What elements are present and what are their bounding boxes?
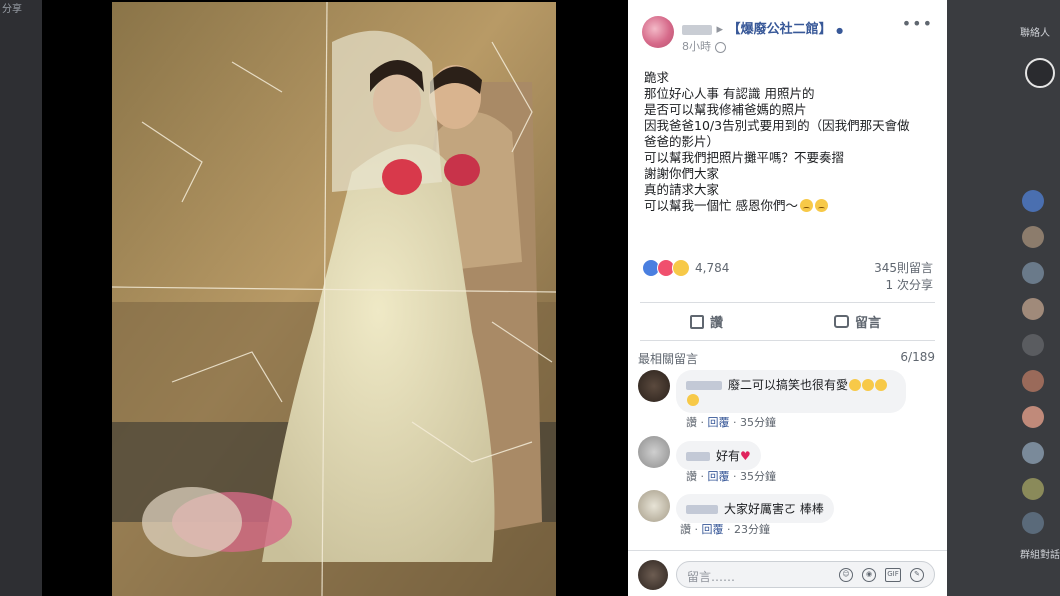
camera-icon[interactable]: ◉ xyxy=(862,568,876,582)
post-header: ▸ 【爆廢公社二館】 ● xyxy=(682,18,843,37)
avatar[interactable] xyxy=(1022,370,1044,392)
post-line-text: 可以幫我一個忙 感恩你們～ xyxy=(644,198,798,213)
avatar[interactable] xyxy=(1022,298,1044,320)
composer-tools: ☺ ◉ GIF ✎ xyxy=(839,568,924,582)
divider xyxy=(640,302,935,303)
arrow-icon: ▸ xyxy=(716,22,724,37)
post-line: 跪求 xyxy=(644,70,670,85)
post-stats: 345則留言 1 次分享 xyxy=(874,260,933,294)
avatar[interactable] xyxy=(1022,512,1044,534)
sad-emoji-icon xyxy=(799,199,813,212)
comment-like-link[interactable]: 讚 · xyxy=(680,523,698,536)
sticker-icon[interactable]: ✎ xyxy=(910,568,924,582)
comment-text: 好有 xyxy=(716,449,741,463)
avatar[interactable] xyxy=(1022,406,1044,428)
avatar xyxy=(638,560,668,590)
avatar[interactable] xyxy=(638,370,670,402)
comment-composer: 留言…… ☺ ◉ GIF ✎ xyxy=(638,560,937,590)
group-name[interactable]: 【爆廢公社二館】 xyxy=(728,22,832,37)
comment-time[interactable]: 35分鐘 xyxy=(740,470,776,483)
avatar[interactable] xyxy=(1022,262,1044,284)
comment-button[interactable]: 留言 xyxy=(834,312,881,331)
avatar[interactable] xyxy=(1022,190,1044,212)
reaction-count: 4,784 xyxy=(695,261,730,275)
timestamp-text: 8小時 xyxy=(682,40,711,53)
comment-text: 廢二可以搞笑也很有愛 xyxy=(728,378,849,392)
avatar[interactable] xyxy=(1022,334,1044,356)
comment-meta: 讚 · 回覆 · 23分鐘 xyxy=(680,523,770,536)
post-line: 謝謝你們大家 xyxy=(644,166,720,181)
divider xyxy=(628,550,947,551)
comment-meta: 讚 · 回覆 · 35分鐘 xyxy=(686,416,776,429)
comment-bubble: 好有♥ xyxy=(676,441,761,470)
divider xyxy=(640,340,935,341)
left-tiny-label: 分享 xyxy=(2,4,22,15)
like-button[interactable]: 讚 xyxy=(690,312,723,331)
post-line: 是否可以幫我修補爸媽的照片 xyxy=(644,102,807,117)
avatar[interactable] xyxy=(638,436,670,468)
avatar[interactable] xyxy=(1022,442,1044,464)
comment-input[interactable]: 留言…… ☺ ◉ GIF ✎ xyxy=(676,561,935,588)
avatar[interactable] xyxy=(642,16,674,48)
post-text: 跪求 那位好心人事 有認識 用照片的 是否可以幫我修補爸媽的照片 因我爸爸10/… xyxy=(644,70,934,214)
reply-link[interactable]: 回覆 xyxy=(702,523,724,536)
comment-meta: 讚 · 回覆 · 35分鐘 xyxy=(686,470,776,483)
reaction-summary[interactable]: 4,784 xyxy=(642,259,729,277)
dot-icon: ● xyxy=(836,26,844,35)
comment-time[interactable]: 23分鐘 xyxy=(734,523,770,536)
avatar[interactable] xyxy=(638,490,670,522)
wedding-photo xyxy=(112,2,556,596)
emoji-icon[interactable]: ☺ xyxy=(839,568,853,582)
commenter-name-blurred[interactable] xyxy=(686,505,718,514)
comment-like-link[interactable]: 讚 · xyxy=(686,470,704,483)
post-line: 真的請求大家 xyxy=(644,182,720,197)
commenter-name-blurred[interactable] xyxy=(686,381,722,390)
post-timestamp[interactable]: 8小時 xyxy=(682,38,726,54)
comment-text: 大家好厲害ㄛ 棒棒 xyxy=(724,502,824,516)
post-line: 那位好心人事 有認識 用照片的 xyxy=(644,86,815,101)
post-line: 可以幫我們把照片攤平嗎？不要奏摺 xyxy=(644,150,845,165)
gif-icon[interactable]: GIF xyxy=(885,568,901,582)
photo-viewer[interactable] xyxy=(42,0,628,596)
comment-label: 留言 xyxy=(855,316,882,331)
comment-icon xyxy=(834,315,849,328)
comment-like-link[interactable]: 讚 · xyxy=(686,416,704,429)
comment-time[interactable]: 35分鐘 xyxy=(740,416,776,429)
shares-count[interactable]: 1 次分享 xyxy=(874,277,933,294)
sad-reaction-icon xyxy=(672,259,690,277)
group-chats-label: 群組對話 xyxy=(1020,550,1060,561)
left-sidebar: 分享 xyxy=(0,0,42,596)
reply-link[interactable]: 回覆 xyxy=(708,470,730,483)
avatar[interactable] xyxy=(1025,58,1055,88)
post-line-last: 可以幫我一個忙 感恩你們～ xyxy=(644,198,934,214)
thumbs-up-icon xyxy=(690,314,704,329)
commenter-name-blurred[interactable] xyxy=(686,452,710,461)
post-line: 因我爸爸10/3告別式要用到的（因我們那天會做 xyxy=(644,118,910,133)
avatar[interactable] xyxy=(1022,226,1044,248)
contacts-sidebar: 聯絡人 群組對話 xyxy=(947,0,1060,596)
contacts-label: 聯絡人 xyxy=(1020,28,1050,39)
reply-link[interactable]: 回覆 xyxy=(708,416,730,429)
heart-icon: ♥ xyxy=(740,449,751,463)
post-line: 爸爸的影片） xyxy=(644,134,720,149)
more-icon[interactable]: ••• xyxy=(902,14,933,33)
thumbs-up-emoji-icon xyxy=(849,379,862,391)
comment-bubble: 大家好厲害ㄛ 棒棒 xyxy=(676,494,834,523)
avatar[interactable] xyxy=(1022,478,1044,500)
post-panel: ▸ 【爆廢公社二館】 ● 8小時 ••• 跪求 那位好心人事 有認識 用照片的 … xyxy=(628,0,947,596)
globe-icon xyxy=(715,41,726,53)
thumbs-up-emoji-icon xyxy=(875,379,888,391)
comments-count[interactable]: 345則留言 xyxy=(874,260,933,277)
thumbs-up-emoji-icon xyxy=(687,394,699,406)
comment-sort-header[interactable]: 最相關留言 xyxy=(638,350,698,367)
author-name-blurred[interactable] xyxy=(682,24,712,35)
comment-bubble: 廢二可以搞笑也很有愛 xyxy=(676,370,906,413)
sad-emoji-icon xyxy=(814,199,828,212)
like-label: 讚 xyxy=(710,316,724,331)
comment-placeholder: 留言…… xyxy=(687,570,736,584)
comment-pagination: 6/189 xyxy=(900,350,935,364)
thumbs-up-emoji-icon xyxy=(862,379,875,391)
